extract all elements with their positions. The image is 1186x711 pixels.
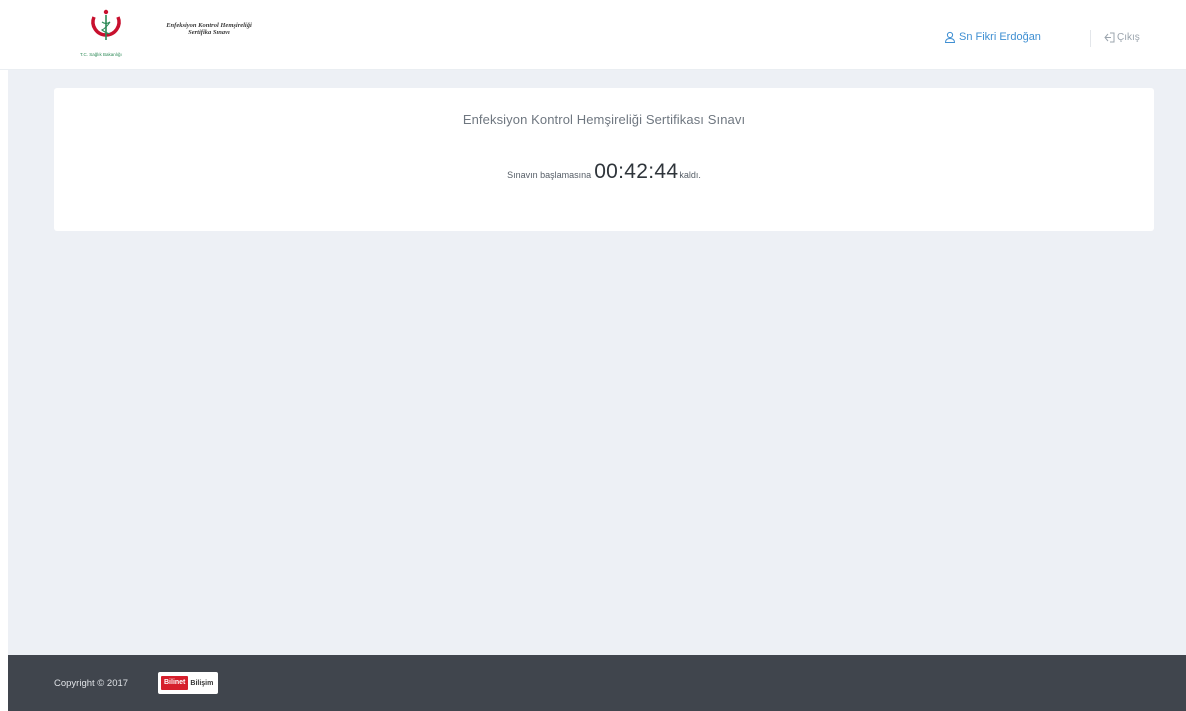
logout-label: Çıkış bbox=[1117, 32, 1140, 43]
site-logo[interactable]: Enfeksiyon Kontrol Hemşireliği Sertifika… bbox=[78, 6, 288, 62]
logo-title-line2: Sertifika Sınavı bbox=[188, 29, 230, 36]
ministry-emblem-icon bbox=[91, 9, 121, 40]
logo-title: Enfeksiyon Kontrol Hemşireliği Sertifika… bbox=[134, 22, 284, 36]
top-navbar: Enfeksiyon Kontrol Hemşireliği Sertifika… bbox=[0, 0, 1186, 70]
page-footer: Copyright © 2017 Bilinet Bilişim bbox=[8, 655, 1186, 711]
countdown: Sınavın başlamasına 00:42:44 kaldı. bbox=[54, 160, 1154, 184]
exam-title: Enfeksiyon Kontrol Hemşireliği Sertifika… bbox=[462, 112, 746, 127]
user-icon bbox=[944, 31, 956, 43]
user-name-label: Sn Fikri Erdoğan bbox=[959, 31, 1041, 43]
company-logo-part1: Bilinet bbox=[161, 676, 189, 690]
countdown-timer: 00:42:44 bbox=[594, 160, 679, 183]
main-content: Enfeksiyon Kontrol Hemşireliği Sertifika… bbox=[8, 70, 1186, 655]
company-logo-part2: Bilişim bbox=[190, 679, 214, 687]
countdown-suffix: kaldı. bbox=[679, 170, 701, 180]
company-logo[interactable]: Bilinet Bilişim bbox=[158, 672, 218, 694]
copyright-text: Copyright © 2017 bbox=[54, 678, 129, 689]
logo-subtitle: T.C. Sağlık Bakanlığı bbox=[80, 52, 122, 57]
user-profile-link[interactable]: Sn Fikri Erdoğan bbox=[944, 31, 1041, 43]
logout-link[interactable]: Çıkış bbox=[1103, 32, 1140, 43]
header-divider bbox=[1090, 30, 1091, 47]
logo-title-line1: Enfeksiyon Kontrol Hemşireliği bbox=[166, 22, 252, 29]
exam-countdown-card: Enfeksiyon Kontrol Hemşireliği Sertifika… bbox=[54, 88, 1154, 231]
logout-icon bbox=[1104, 32, 1115, 43]
countdown-prefix: Sınavın başlamasına bbox=[507, 170, 592, 180]
